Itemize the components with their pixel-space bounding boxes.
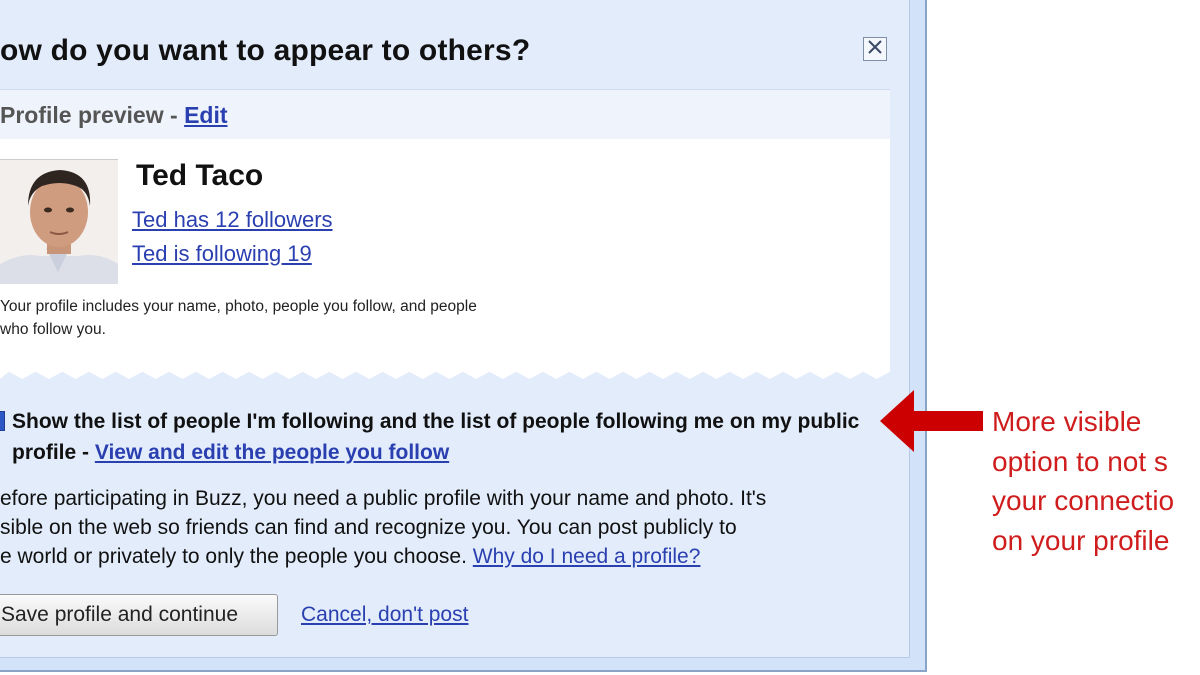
save-profile-button[interactable]: Save profile and continue bbox=[0, 594, 278, 636]
show-connections-option: Show the list of people I'm following an… bbox=[12, 406, 892, 468]
profile-preview-card: Ted Taco Ted has 12 followers Ted is fol… bbox=[0, 139, 890, 379]
edit-profile-link[interactable]: Edit bbox=[184, 102, 227, 128]
avatar bbox=[0, 159, 118, 284]
dialog-title: ow do you want to appear to others? bbox=[0, 34, 531, 67]
left-arrow-icon bbox=[880, 390, 985, 457]
followers-link[interactable]: Ted has 12 followers bbox=[132, 207, 333, 233]
cancel-link[interactable]: Cancel, don't post bbox=[301, 603, 468, 627]
info-line: e world or privately to only the people … bbox=[0, 545, 473, 568]
profile-preview-label: Profile preview - bbox=[0, 102, 185, 128]
view-edit-following-link[interactable]: View and edit the people you follow bbox=[95, 441, 449, 464]
close-button[interactable] bbox=[863, 37, 887, 61]
profile-note-line: who follow you. bbox=[0, 321, 106, 338]
why-profile-link[interactable]: Why do I need a profile? bbox=[473, 545, 701, 568]
following-link[interactable]: Ted is following 19 bbox=[132, 241, 312, 267]
info-line: sible on the web so friends can find and… bbox=[0, 516, 737, 539]
profile-name: Ted Taco bbox=[136, 159, 264, 192]
close-x-icon bbox=[867, 39, 883, 60]
profile-note: Your profile includes your name, photo, … bbox=[0, 295, 580, 341]
profile-note-line: Your profile includes your name, photo, … bbox=[0, 298, 477, 315]
show-connections-checkbox[interactable] bbox=[0, 411, 5, 431]
annotation-callout: More visible option to not s your connec… bbox=[992, 406, 1175, 556]
info-line: efore participating in Buzz, you need a … bbox=[0, 487, 767, 510]
profile-preview-header: Profile preview - Edit bbox=[0, 89, 890, 139]
profile-info-text: efore participating in Buzz, you need a … bbox=[0, 484, 900, 571]
